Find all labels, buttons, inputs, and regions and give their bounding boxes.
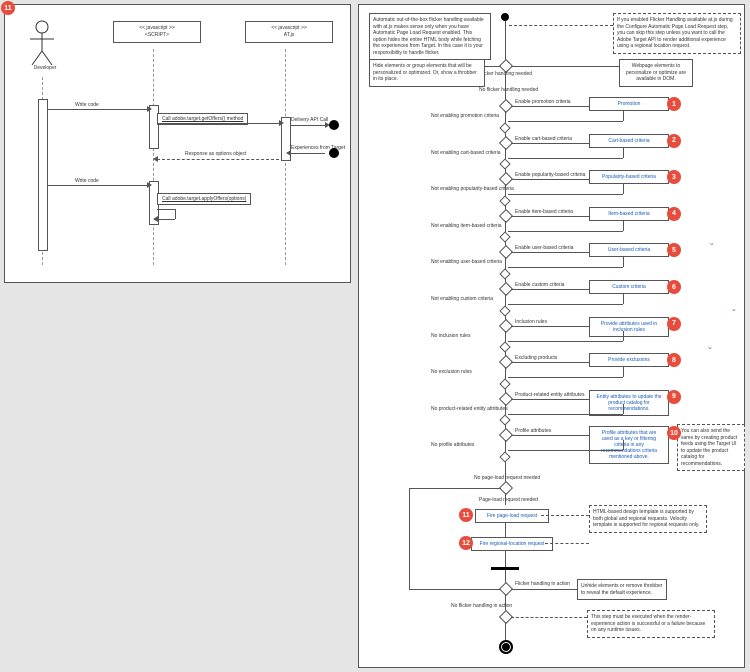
- label-disable-8: No exclusion rules: [431, 369, 472, 375]
- label-enable-2: Enable cart-based criteria: [515, 136, 572, 142]
- label-disable-5: Not enabling user-based criteria: [431, 259, 502, 265]
- green-mark-2: ⌄: [731, 305, 737, 313]
- flow-diagram-panel: Automatic out-of-the-box flicker handlin…: [358, 4, 745, 668]
- note-unhide: Unhide elements or remove throbber to re…: [577, 579, 667, 600]
- link-box-9[interactable]: Entity attributes to update the product …: [589, 390, 669, 416]
- label-enable-5: Enable user-based criteria: [515, 245, 573, 251]
- badge-row-7: 7: [667, 317, 681, 331]
- terminal-api-call: [329, 120, 339, 130]
- badge-row-4: 4: [667, 207, 681, 221]
- badge-row-5: 5: [667, 243, 681, 257]
- label-disable-7: No inclusion rules: [431, 333, 470, 339]
- label-pageload-needed: Page-load request needed: [479, 497, 538, 503]
- label-enable-6: Enable custom criteria: [515, 282, 564, 288]
- link-box-7[interactable]: Provide attributes used in inclusion rul…: [589, 317, 669, 337]
- note-webpage-elements: Webpage elements to personalize or optim…: [619, 59, 693, 87]
- note-exec-step: This step must be executed when the rend…: [587, 610, 715, 638]
- developer-activation: [38, 99, 48, 251]
- badge-row-9: 9: [667, 390, 681, 404]
- badge-row-8: 8: [667, 353, 681, 367]
- badge-11: 11: [1, 1, 15, 15]
- end-node: [499, 640, 513, 654]
- terminal-experiences: [329, 148, 339, 158]
- badge-row-2: 2: [667, 134, 681, 148]
- note-product-feeds: You can also send the same by creating p…: [677, 424, 745, 471]
- link-box-3[interactable]: Popularity-based criteria: [589, 170, 669, 184]
- label-no-flicker-action: No flicker handling in action: [451, 603, 512, 609]
- script-lifeline-head: << javascript >> <SCRIPT>: [113, 21, 201, 43]
- sequence-diagram-panel: 11 Developer << javascript >> <SCRIPT> <…: [4, 4, 351, 283]
- note-html-template: HTML-based design template is supported …: [589, 505, 707, 533]
- link-box-1[interactable]: Promotion: [589, 97, 669, 111]
- label-disable-9: No product-related entity attributes: [431, 406, 508, 412]
- link-box-8[interactable]: Provide exclusions: [589, 353, 669, 367]
- label-enable-10: Profile attributes: [515, 428, 551, 434]
- label-delivery-api-call: Delivery API Call: [291, 117, 328, 123]
- decision-pageload: [499, 481, 513, 495]
- label-enable-8: Excluding products: [515, 355, 557, 361]
- label-response-options: Response as options object: [185, 151, 246, 157]
- label-disable-3: Not enabling popularity-based criteria: [431, 186, 514, 192]
- green-mark-3: ⌄: [707, 343, 713, 351]
- developer-label: Developer: [15, 65, 75, 71]
- arrow-write-code-1: [47, 109, 147, 110]
- label-enable-9: Product-related entity attributes: [515, 392, 584, 398]
- link-box-2[interactable]: Cart-based criteria: [589, 134, 669, 148]
- start-node: [501, 13, 509, 21]
- label-no-pageload: No page-load request needed: [474, 475, 540, 481]
- label-enable-7: Inclusion rules: [515, 319, 547, 325]
- label-enable-4: Enable item-based criteria: [515, 209, 573, 215]
- note-skip-step: If you enabled Flicker Handling availabl…: [613, 13, 741, 54]
- call-applyoffers-box: Call adobe.target.applyOffers(options): [157, 193, 251, 205]
- note-hide-elements: Hide elements or group elements that wil…: [369, 59, 485, 87]
- label-disable-2: Not enabling cart-based criteria: [431, 150, 500, 156]
- badge-fire-pl: 11: [459, 508, 473, 522]
- badge-row-1: 1: [667, 97, 681, 111]
- label-disable-6: Not enabling custom criteria: [431, 296, 493, 302]
- badge-fire-rl: 12: [459, 536, 473, 550]
- note-auto-flicker: Automatic out-of-the-box flicker handlin…: [369, 13, 491, 60]
- label-write-code-2: Write code: [75, 178, 99, 184]
- atjs-lifeline-head: << javascript >> AT.js: [245, 21, 333, 43]
- link-box-10[interactable]: Profile attributes that are used as a ke…: [589, 426, 669, 464]
- fire-pageload-box[interactable]: Fire page-load request: [475, 509, 549, 523]
- label-disable-1: Not enabling promotion criteria: [431, 113, 499, 119]
- label-write-code-1: Write code: [75, 102, 99, 108]
- badge-row-3: 3: [667, 170, 681, 184]
- label-enable-1: Enable promotion criteria: [515, 99, 571, 105]
- green-mark-1: ⌄: [709, 239, 715, 247]
- link-box-5[interactable]: User-based criteria: [589, 243, 669, 257]
- badge-row-6: 6: [667, 280, 681, 294]
- label-disable-10: No profile attributes: [431, 442, 474, 448]
- label-flicker-action: Flicker handling in action: [515, 581, 570, 587]
- label-disable-4: Not enabling item-based criteria: [431, 223, 502, 229]
- link-box-4[interactable]: Item-based criteria: [589, 207, 669, 221]
- link-box-6[interactable]: Custom criteria: [589, 280, 669, 294]
- label-enable-3: Enable popularity-based criteria: [515, 172, 585, 178]
- fire-regional-box[interactable]: Fire regional-location request: [471, 537, 553, 551]
- label-no-flicker: No flicker handling needed: [479, 87, 538, 93]
